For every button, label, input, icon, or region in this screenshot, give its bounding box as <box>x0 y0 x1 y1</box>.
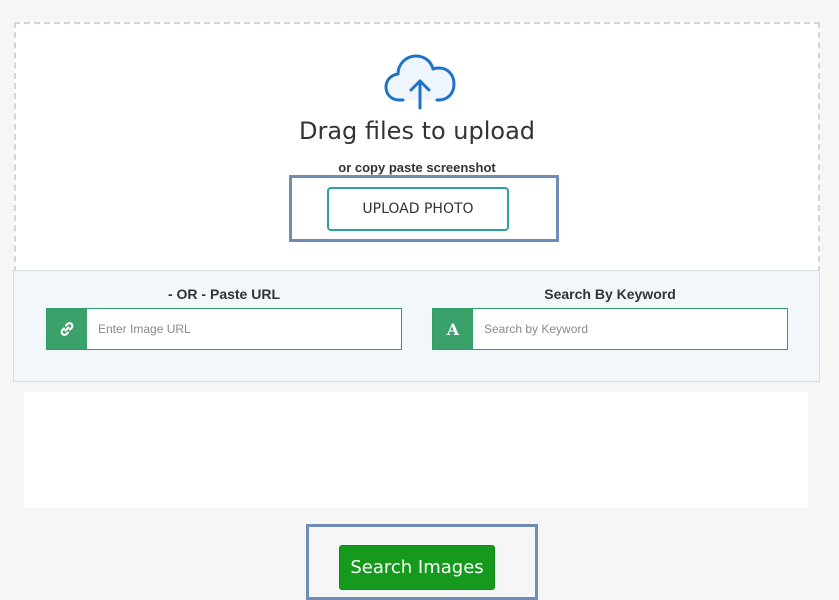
drag-title: Drag files to upload <box>298 117 536 145</box>
letter-a-icon: A <box>433 309 473 349</box>
drag-subtitle: or copy paste screenshot <box>338 160 496 175</box>
link-icon <box>47 309 87 349</box>
url-input-group <box>46 308 402 350</box>
image-url-input[interactable] <box>87 309 401 349</box>
paste-url-label: - OR - Paste URL <box>167 286 280 302</box>
letter-a-icon-glyph: A <box>446 319 460 339</box>
keyword-input[interactable] <box>473 309 787 349</box>
search-options-panel: - OR - Paste URL Search By Keyword A <box>13 270 820 382</box>
search-images-button[interactable]: Search Images <box>339 545 495 590</box>
results-area <box>24 392 808 508</box>
upload-highlight-frame <box>289 175 559 242</box>
cloud-upload-icon <box>384 54 456 110</box>
keyword-label: Search By Keyword <box>544 286 676 302</box>
keyword-input-group: A <box>432 308 788 350</box>
